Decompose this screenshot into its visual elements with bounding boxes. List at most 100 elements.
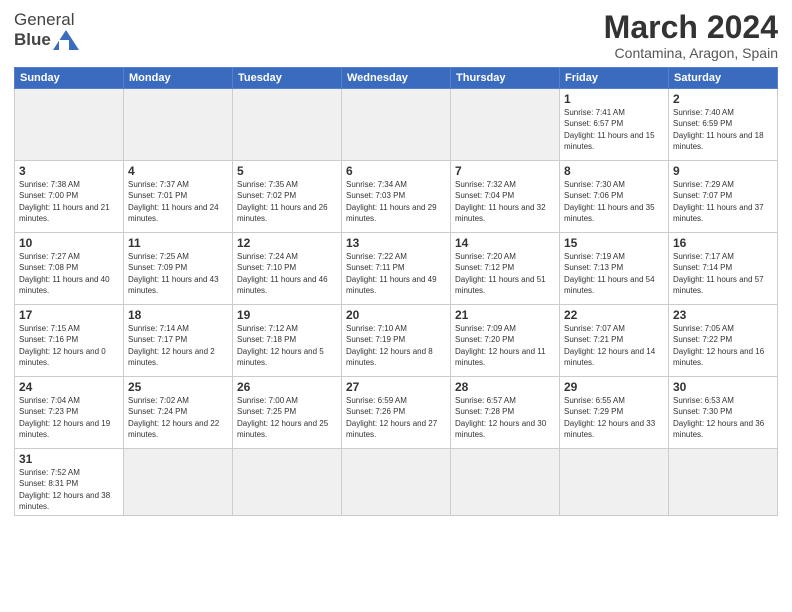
calendar-cell: 16Sunrise: 7:17 AMSunset: 7:14 PMDayligh… (669, 233, 778, 305)
day-number: 22 (564, 308, 664, 322)
day-header-friday: Friday (560, 68, 669, 89)
day-info: Sunrise: 7:02 AMSunset: 7:24 PMDaylight:… (128, 395, 228, 440)
day-number: 4 (128, 164, 228, 178)
calendar-cell (233, 449, 342, 516)
day-number: 20 (346, 308, 446, 322)
day-header-monday: Monday (124, 68, 233, 89)
calendar-table: SundayMondayTuesdayWednesdayThursdayFrid… (14, 67, 778, 516)
day-info: Sunrise: 7:17 AMSunset: 7:14 PMDaylight:… (673, 251, 773, 296)
day-number: 12 (237, 236, 337, 250)
calendar-cell: 14Sunrise: 7:20 AMSunset: 7:12 PMDayligh… (451, 233, 560, 305)
day-info: Sunrise: 7:05 AMSunset: 7:22 PMDaylight:… (673, 323, 773, 368)
day-number: 30 (673, 380, 773, 394)
day-header-wednesday: Wednesday (342, 68, 451, 89)
calendar-week-2: 3Sunrise: 7:38 AMSunset: 7:00 PMDaylight… (15, 161, 778, 233)
calendar-cell: 23Sunrise: 7:05 AMSunset: 7:22 PMDayligh… (669, 305, 778, 377)
day-number: 23 (673, 308, 773, 322)
calendar-week-1: 1Sunrise: 7:41 AMSunset: 6:57 PMDaylight… (15, 89, 778, 161)
day-number: 26 (237, 380, 337, 394)
calendar-cell: 2Sunrise: 7:40 AMSunset: 6:59 PMDaylight… (669, 89, 778, 161)
day-info: Sunrise: 7:37 AMSunset: 7:01 PMDaylight:… (128, 179, 228, 224)
day-header-thursday: Thursday (451, 68, 560, 89)
calendar-cell: 12Sunrise: 7:24 AMSunset: 7:10 PMDayligh… (233, 233, 342, 305)
day-info: Sunrise: 7:12 AMSunset: 7:18 PMDaylight:… (237, 323, 337, 368)
day-number: 6 (346, 164, 446, 178)
calendar-week-3: 10Sunrise: 7:27 AMSunset: 7:08 PMDayligh… (15, 233, 778, 305)
day-number: 28 (455, 380, 555, 394)
day-number: 10 (19, 236, 119, 250)
calendar-cell (15, 89, 124, 161)
calendar-cell: 22Sunrise: 7:07 AMSunset: 7:21 PMDayligh… (560, 305, 669, 377)
month-title: March 2024 (604, 10, 778, 45)
calendar-cell: 20Sunrise: 7:10 AMSunset: 7:19 PMDayligh… (342, 305, 451, 377)
calendar-cell: 4Sunrise: 7:37 AMSunset: 7:01 PMDaylight… (124, 161, 233, 233)
day-number: 15 (564, 236, 664, 250)
logo-blue-text: Blue (14, 30, 51, 50)
calendar-cell: 17Sunrise: 7:15 AMSunset: 7:16 PMDayligh… (15, 305, 124, 377)
day-number: 21 (455, 308, 555, 322)
calendar-cell: 26Sunrise: 7:00 AMSunset: 7:25 PMDayligh… (233, 377, 342, 449)
day-info: Sunrise: 7:19 AMSunset: 7:13 PMDaylight:… (564, 251, 664, 296)
day-info: Sunrise: 7:14 AMSunset: 7:17 PMDaylight:… (128, 323, 228, 368)
day-header-sunday: Sunday (15, 68, 124, 89)
day-info: Sunrise: 7:00 AMSunset: 7:25 PMDaylight:… (237, 395, 337, 440)
day-number: 13 (346, 236, 446, 250)
calendar-cell (669, 449, 778, 516)
day-number: 29 (564, 380, 664, 394)
day-number: 2 (673, 92, 773, 106)
calendar-cell: 1Sunrise: 7:41 AMSunset: 6:57 PMDaylight… (560, 89, 669, 161)
calendar-cell: 21Sunrise: 7:09 AMSunset: 7:20 PMDayligh… (451, 305, 560, 377)
calendar-cell: 5Sunrise: 7:35 AMSunset: 7:02 PMDaylight… (233, 161, 342, 233)
logo-general: General (14, 10, 74, 29)
calendar-header: General Blue March 2024 Contamina, Arago… (14, 10, 778, 61)
day-info: Sunrise: 6:53 AMSunset: 7:30 PMDaylight:… (673, 395, 773, 440)
day-info: Sunrise: 7:25 AMSunset: 7:09 PMDaylight:… (128, 251, 228, 296)
day-info: Sunrise: 7:24 AMSunset: 7:10 PMDaylight:… (237, 251, 337, 296)
calendar-cell: 8Sunrise: 7:30 AMSunset: 7:06 PMDaylight… (560, 161, 669, 233)
day-number: 31 (19, 452, 119, 466)
calendar-cell: 18Sunrise: 7:14 AMSunset: 7:17 PMDayligh… (124, 305, 233, 377)
day-number: 17 (19, 308, 119, 322)
day-info: Sunrise: 7:52 AMSunset: 8:31 PMDaylight:… (19, 467, 119, 512)
day-info: Sunrise: 7:30 AMSunset: 7:06 PMDaylight:… (564, 179, 664, 224)
calendar-cell: 15Sunrise: 7:19 AMSunset: 7:13 PMDayligh… (560, 233, 669, 305)
calendar-header-row: SundayMondayTuesdayWednesdayThursdayFrid… (15, 68, 778, 89)
day-info: Sunrise: 7:04 AMSunset: 7:23 PMDaylight:… (19, 395, 119, 440)
calendar-cell: 10Sunrise: 7:27 AMSunset: 7:08 PMDayligh… (15, 233, 124, 305)
calendar-cell: 6Sunrise: 7:34 AMSunset: 7:03 PMDaylight… (342, 161, 451, 233)
location-subtitle: Contamina, Aragon, Spain (604, 45, 778, 61)
calendar-cell: 27Sunrise: 6:59 AMSunset: 7:26 PMDayligh… (342, 377, 451, 449)
calendar-cell: 3Sunrise: 7:38 AMSunset: 7:00 PMDaylight… (15, 161, 124, 233)
calendar-cell (342, 449, 451, 516)
calendar-cell (451, 449, 560, 516)
day-info: Sunrise: 7:41 AMSunset: 6:57 PMDaylight:… (564, 107, 664, 152)
day-info: Sunrise: 7:15 AMSunset: 7:16 PMDaylight:… (19, 323, 119, 368)
calendar-cell: 19Sunrise: 7:12 AMSunset: 7:18 PMDayligh… (233, 305, 342, 377)
day-info: Sunrise: 7:38 AMSunset: 7:00 PMDaylight:… (19, 179, 119, 224)
day-number: 27 (346, 380, 446, 394)
day-info: Sunrise: 7:29 AMSunset: 7:07 PMDaylight:… (673, 179, 773, 224)
calendar-cell (451, 89, 560, 161)
day-info: Sunrise: 6:59 AMSunset: 7:26 PMDaylight:… (346, 395, 446, 440)
day-info: Sunrise: 7:40 AMSunset: 6:59 PMDaylight:… (673, 107, 773, 152)
calendar-cell: 7Sunrise: 7:32 AMSunset: 7:04 PMDaylight… (451, 161, 560, 233)
calendar-cell: 30Sunrise: 6:53 AMSunset: 7:30 PMDayligh… (669, 377, 778, 449)
calendar-cell (342, 89, 451, 161)
day-number: 16 (673, 236, 773, 250)
calendar-cell (560, 449, 669, 516)
calendar-cell: 25Sunrise: 7:02 AMSunset: 7:24 PMDayligh… (124, 377, 233, 449)
day-header-tuesday: Tuesday (233, 68, 342, 89)
calendar-body: 1Sunrise: 7:41 AMSunset: 6:57 PMDaylight… (15, 89, 778, 516)
day-header-saturday: Saturday (669, 68, 778, 89)
day-number: 7 (455, 164, 555, 178)
calendar-cell: 13Sunrise: 7:22 AMSunset: 7:11 PMDayligh… (342, 233, 451, 305)
title-block: March 2024 Contamina, Aragon, Spain (604, 10, 778, 61)
day-info: Sunrise: 6:57 AMSunset: 7:28 PMDaylight:… (455, 395, 555, 440)
logo-triangle-icon (53, 30, 79, 50)
day-info: Sunrise: 6:55 AMSunset: 7:29 PMDaylight:… (564, 395, 664, 440)
day-number: 1 (564, 92, 664, 106)
calendar-week-5: 24Sunrise: 7:04 AMSunset: 7:23 PMDayligh… (15, 377, 778, 449)
days-of-week-row: SundayMondayTuesdayWednesdayThursdayFrid… (15, 68, 778, 89)
calendar-week-6: 31Sunrise: 7:52 AMSunset: 8:31 PMDayligh… (15, 449, 778, 516)
day-number: 18 (128, 308, 228, 322)
